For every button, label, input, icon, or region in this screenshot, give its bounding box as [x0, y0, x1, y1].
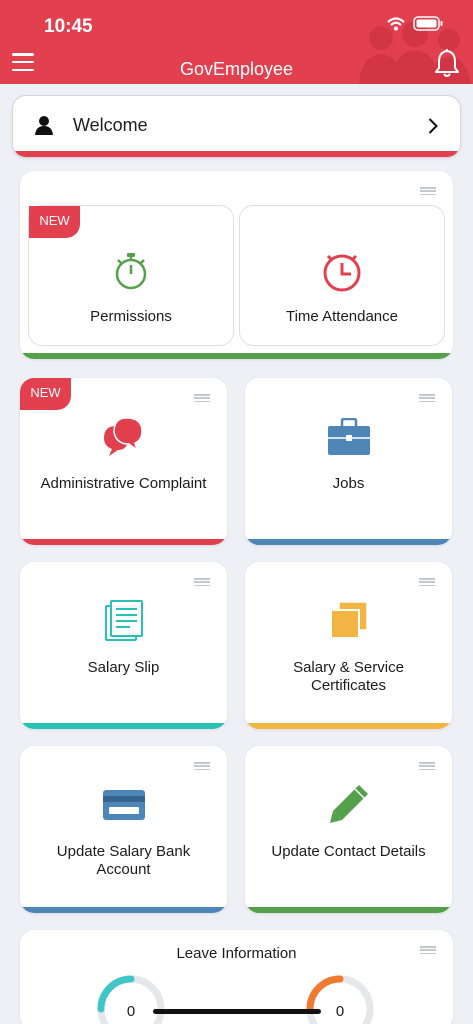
salary-service-certificates-label: Salary & Service Certificates	[293, 659, 404, 694]
leave-information-title: Leave Information	[176, 945, 297, 962]
welcome-accent	[13, 151, 460, 157]
drag-handle-icon[interactable]	[194, 578, 210, 586]
wifi-icon	[387, 16, 405, 30]
time-attendance-label: Time Attendance	[285, 308, 398, 325]
permissions-label: Permissions	[90, 308, 172, 325]
clock-icon	[323, 254, 361, 292]
tile-accent	[245, 907, 452, 913]
leave-gauge-right-value: 0	[335, 1003, 345, 1020]
administrative-complaint-label: Administrative Complaint	[40, 475, 207, 492]
salary-slip-label: Salary Slip	[87, 659, 160, 676]
tile-accent	[245, 723, 452, 729]
tile-accent	[245, 539, 452, 545]
permissions-tile[interactable]: NEW Permissions	[28, 205, 234, 346]
drag-handle-icon[interactable]	[194, 762, 210, 770]
welcome-bar[interactable]: Welcome	[12, 95, 461, 158]
leave-gauge-left-value: 0	[126, 1003, 136, 1020]
app-header: 10:45 GovEmployee	[0, 0, 473, 84]
tile-accent	[20, 539, 227, 545]
welcome-label: Welcome	[73, 115, 148, 135]
stacked-documents-icon	[329, 601, 368, 639]
drag-handle-icon[interactable]	[419, 578, 435, 586]
new-badge: NEW	[20, 378, 71, 410]
salary-slip-tile[interactable]: Salary Slip	[20, 562, 227, 729]
stopwatch-icon	[115, 253, 147, 290]
chevron-right-icon	[428, 118, 438, 134]
status-icons	[387, 16, 443, 31]
jobs-label: Jobs	[332, 475, 365, 492]
drag-handle-icon[interactable]	[194, 394, 210, 402]
pencil-icon	[329, 785, 368, 823]
app-title: GovEmployee	[179, 59, 294, 79]
drag-handle-icon[interactable]	[420, 187, 436, 195]
attendance-group-card: NEW Permissions Time Attendance	[20, 171, 453, 359]
update-contact-details-label: Update Contact Details	[271, 843, 426, 860]
drag-handle-icon[interactable]	[419, 394, 435, 402]
update-salary-bank-account-tile[interactable]: Update Salary Bank Account	[20, 746, 227, 913]
tile-accent	[20, 907, 227, 913]
time-attendance-tile[interactable]: Time Attendance	[239, 205, 445, 346]
tile-accent	[20, 723, 227, 729]
briefcase-icon	[327, 418, 370, 455]
new-badge: NEW	[29, 206, 80, 238]
update-contact-details-tile[interactable]: Update Contact Details	[245, 746, 452, 913]
group-accent	[20, 353, 453, 359]
user-icon	[35, 116, 53, 135]
credit-card-icon	[102, 790, 145, 820]
chat-bubbles-icon	[103, 417, 143, 456]
update-salary-bank-account-label: Update Salary Bank Account	[56, 843, 191, 878]
jobs-tile[interactable]: Jobs	[245, 378, 452, 545]
drag-handle-icon[interactable]	[419, 762, 435, 770]
battery-icon	[413, 16, 443, 31]
administrative-complaint-tile[interactable]: NEW Administrative Complaint	[20, 378, 227, 545]
notification-bell-icon[interactable]	[433, 48, 461, 78]
status-time: 10:45	[44, 16, 93, 37]
home-indicator[interactable]	[153, 1009, 321, 1014]
document-lines-icon	[104, 600, 143, 641]
salary-service-certificates-tile[interactable]: Salary & Service Certificates	[245, 562, 452, 729]
